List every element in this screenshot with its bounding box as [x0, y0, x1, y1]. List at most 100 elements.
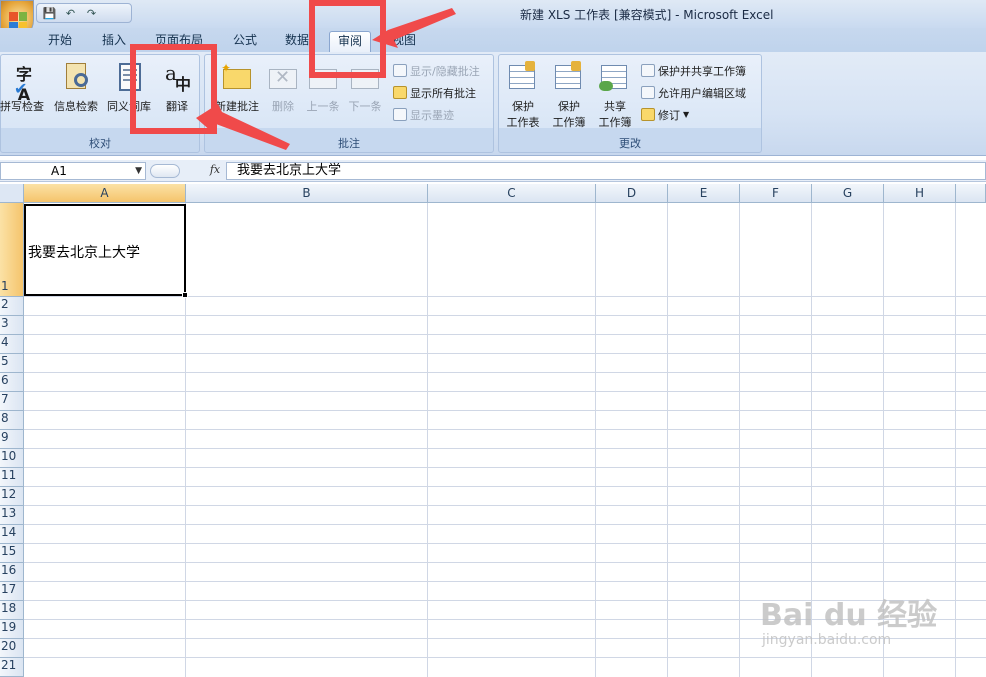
row-header[interactable]: 19	[0, 620, 24, 639]
research-icon	[60, 61, 92, 95]
column-header-a[interactable]: A	[24, 184, 186, 203]
chevron-down-icon[interactable]: ▼	[135, 163, 142, 179]
annotation-box-translate	[130, 44, 217, 134]
gridline	[24, 448, 986, 449]
column-header-b[interactable]: B	[186, 184, 428, 203]
gridline	[24, 334, 986, 335]
redo-icon[interactable]: ↷	[84, 7, 99, 20]
new-comment-button[interactable]: ✦ 新建批注	[209, 59, 265, 125]
row-header[interactable]: 11	[0, 468, 24, 487]
column-header-h[interactable]: H	[884, 184, 956, 203]
column-header-e[interactable]: E	[668, 184, 740, 203]
share-workbook-button[interactable]: 共享 工作簿	[593, 59, 637, 129]
spell-check-icon: 字A ✔	[14, 65, 32, 104]
title-bar: 💾 ↶ ↷ 新建 XLS 工作表 [兼容模式] - Microsoft Exce…	[0, 0, 986, 40]
show-all-comments-button[interactable]: 显示所有批注	[393, 83, 476, 102]
gridline	[24, 315, 986, 316]
comment-toggle-icon	[393, 64, 407, 77]
research-button[interactable]: 信息检索	[51, 59, 101, 125]
gridline	[24, 410, 986, 411]
insert-function-button[interactable]: fx	[205, 163, 225, 179]
undo-icon[interactable]: ↶	[63, 7, 78, 20]
gridline	[24, 562, 986, 563]
gridline	[955, 203, 956, 677]
gridline	[24, 296, 986, 297]
tab-insert[interactable]: 插入	[94, 31, 134, 52]
row-header[interactable]: 9	[0, 430, 24, 449]
row-header[interactable]: 18	[0, 601, 24, 620]
gridline	[24, 657, 986, 658]
column-header-c[interactable]: C	[428, 184, 596, 203]
formula-input[interactable]: 我要去北京上大学	[226, 162, 986, 180]
row-header[interactable]: 4	[0, 335, 24, 354]
row-header[interactable]: 12	[0, 487, 24, 506]
gridline	[24, 543, 986, 544]
new-comment-icon: ✦	[221, 61, 253, 95]
tab-formulas[interactable]: 公式	[225, 31, 265, 52]
row-header[interactable]: 1	[0, 203, 24, 297]
row-header[interactable]: 14	[0, 525, 24, 544]
gridline	[24, 372, 986, 373]
gridline	[667, 203, 668, 677]
row-header[interactable]: 15	[0, 544, 24, 563]
gridline	[24, 353, 986, 354]
tab-view[interactable]: 视图	[384, 31, 424, 52]
save-icon[interactable]: 💾	[42, 7, 57, 20]
protect-sheet-icon	[507, 61, 539, 95]
group-proofing-label: 校对	[89, 137, 111, 150]
gridline	[24, 467, 986, 468]
group-changes: 保护 工作表 保护 工作簿 共享 工作簿 保护并共享工作簿 允许用户编辑区域 修…	[498, 54, 762, 153]
column-header-f[interactable]: F	[740, 184, 812, 203]
allow-edit-icon	[641, 86, 655, 99]
row-header[interactable]: 3	[0, 316, 24, 335]
row-header[interactable]: 13	[0, 506, 24, 525]
name-box[interactable]: A1 ▼	[0, 162, 146, 180]
row-header[interactable]: 6	[0, 373, 24, 392]
row-header[interactable]: 2	[0, 297, 24, 316]
group-comments-label: 批注	[338, 137, 360, 150]
window-title: 新建 XLS 工作表 [兼容模式] - Microsoft Excel	[520, 8, 774, 22]
row-header[interactable]: 10	[0, 449, 24, 468]
share-workbook-icon	[599, 61, 631, 95]
allow-edit-ranges-button[interactable]: 允许用户编辑区域	[641, 83, 746, 102]
gridline	[24, 505, 986, 506]
annotation-box-review	[309, 0, 386, 78]
row-header[interactable]: 8	[0, 411, 24, 430]
quick-access-toolbar: 💾 ↶ ↷	[36, 3, 132, 23]
formula-bar-resize-handle[interactable]	[150, 164, 180, 178]
tab-home[interactable]: 开始	[40, 31, 80, 52]
group-changes-label: 更改	[619, 137, 641, 150]
gridline	[24, 429, 986, 430]
column-header-g[interactable]: G	[812, 184, 884, 203]
protect-workbook-button[interactable]: 保护 工作簿	[547, 59, 591, 129]
protect-workbook-icon	[553, 61, 585, 95]
row-header[interactable]: 17	[0, 582, 24, 601]
spell-check-button[interactable]: 字A ✔ 拼写检查	[0, 59, 47, 125]
delete-comment-button[interactable]: ✕ 删除	[261, 59, 305, 125]
row-header[interactable]: 20	[0, 639, 24, 658]
show-hide-comment-button[interactable]: 显示/隐藏批注	[393, 61, 480, 80]
watermark-logo: Bai du 经验	[760, 598, 938, 633]
select-all-button[interactable]	[0, 184, 24, 203]
protect-sheet-button[interactable]: 保护 工作表	[501, 59, 545, 129]
column-header-overflow	[956, 184, 986, 203]
row-header[interactable]: 21	[0, 658, 24, 677]
cell-a1[interactable]: 我要去北京上大学	[24, 204, 186, 296]
track-changes-icon	[641, 108, 655, 121]
gridline	[427, 203, 428, 677]
protect-share-button[interactable]: 保护并共享工作簿	[641, 61, 746, 80]
protect-share-icon	[641, 64, 655, 77]
gridline	[24, 524, 986, 525]
show-ink-button[interactable]: 显示墨迹	[393, 105, 454, 124]
column-header-d[interactable]: D	[596, 184, 668, 203]
row-header[interactable]: 7	[0, 392, 24, 411]
delete-comment-icon: ✕	[267, 61, 299, 95]
fill-handle[interactable]	[182, 292, 188, 298]
track-changes-button[interactable]: 修订 ▼	[641, 105, 689, 124]
formula-bar: A1 ▼ fx 我要去北京上大学	[0, 160, 986, 182]
gridline	[595, 203, 596, 677]
comments-icon	[393, 86, 407, 99]
row-header[interactable]: 16	[0, 563, 24, 582]
row-header[interactable]: 5	[0, 354, 24, 373]
chevron-down-icon: ▼	[683, 110, 690, 119]
